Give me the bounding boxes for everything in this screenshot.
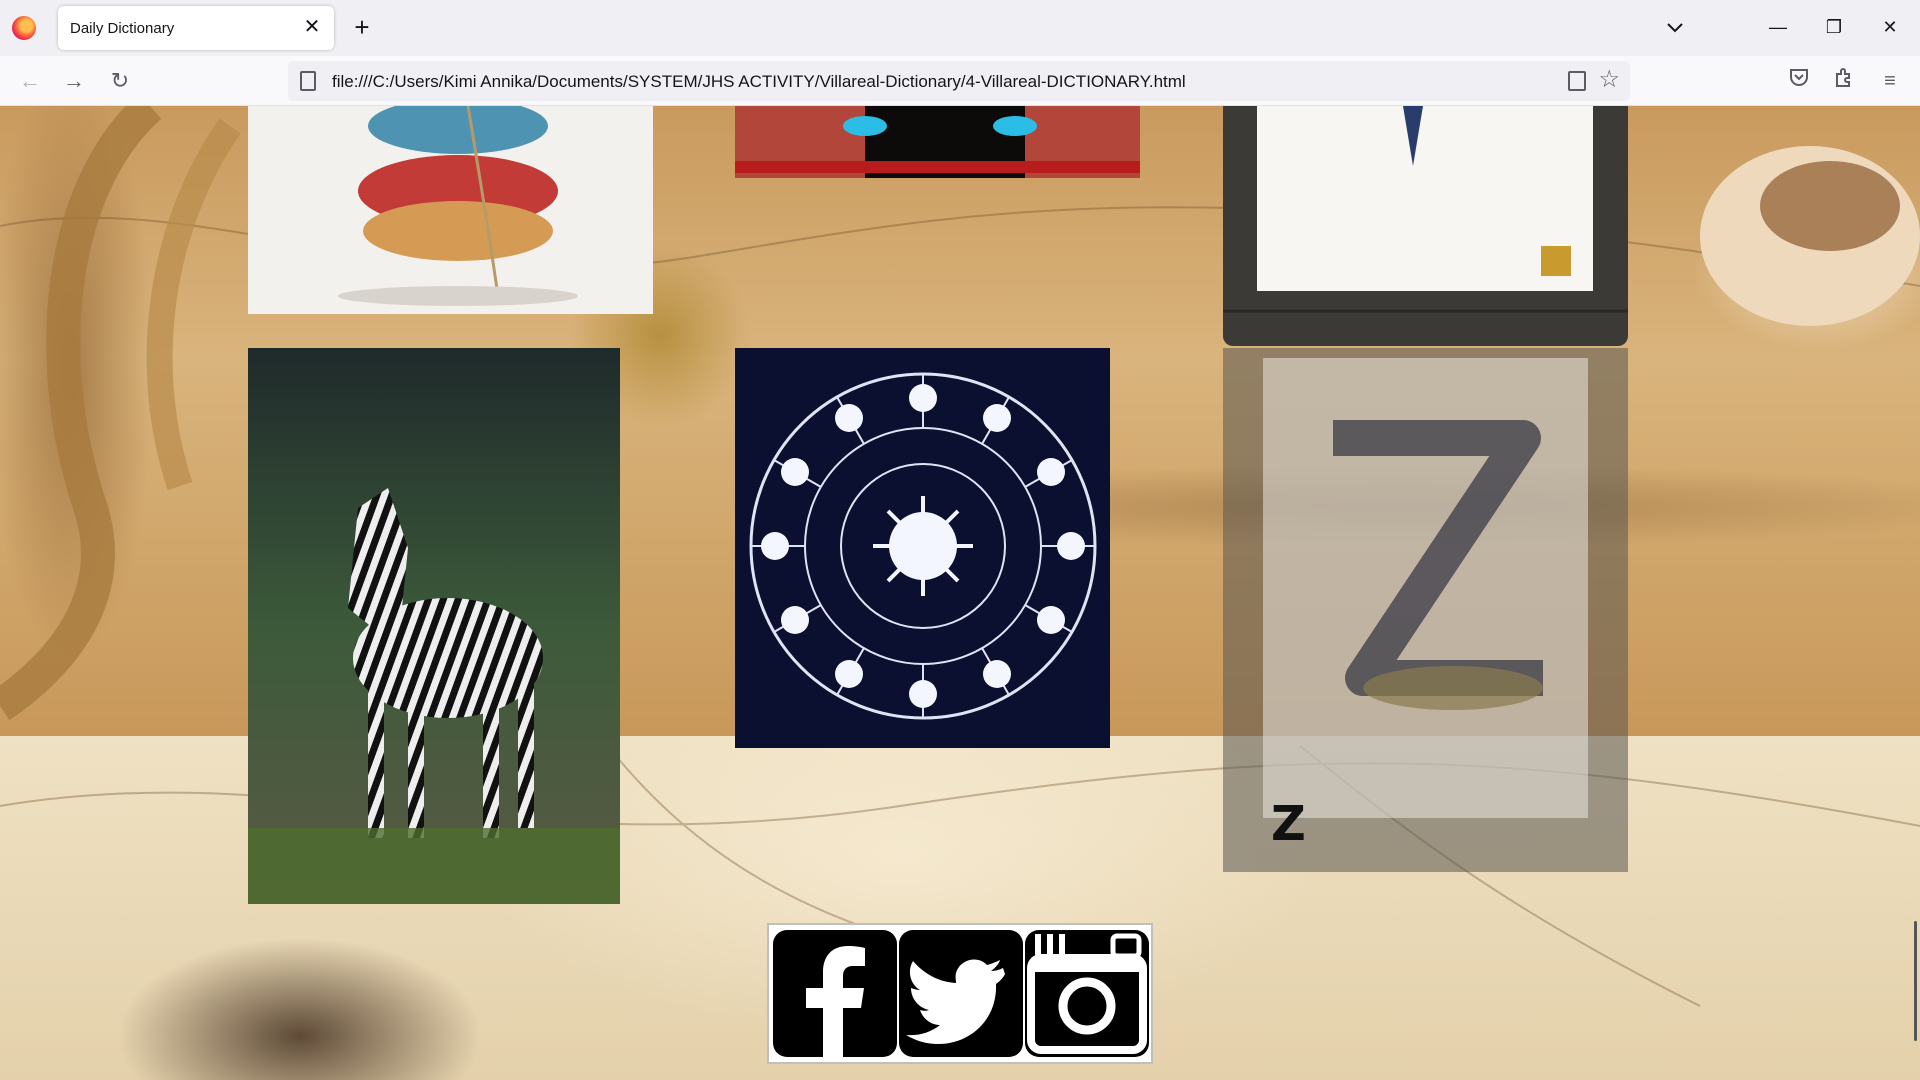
instagram-icon[interactable] xyxy=(1025,930,1149,1057)
reader-view-icon[interactable] xyxy=(1568,71,1586,91)
facebook-icon[interactable] xyxy=(773,930,897,1057)
minimize-button[interactable]: — xyxy=(1758,10,1798,44)
page-icon xyxy=(300,71,316,91)
image-zebra xyxy=(248,348,620,904)
tab-title: Daily Dictionary xyxy=(70,20,175,37)
social-links xyxy=(767,923,1153,1064)
reload-button[interactable]: ↻ xyxy=(104,65,136,97)
tab-daily-dictionary[interactable]: Daily Dictionary ✕ xyxy=(58,6,334,50)
menu-icon[interactable]: ≡ xyxy=(1875,66,1905,96)
new-tab-button[interactable]: + xyxy=(348,12,376,42)
back-button[interactable]: ← xyxy=(14,65,46,97)
extensions-icon[interactable] xyxy=(1829,66,1859,96)
pocket-icon[interactable] xyxy=(1784,66,1814,96)
tab-bar: Daily Dictionary ✕ + — ❐ ✕ xyxy=(0,0,1920,56)
firefox-logo-icon xyxy=(12,16,36,40)
image-shoes xyxy=(735,106,1140,178)
tab-list-button[interactable] xyxy=(1660,14,1690,42)
page-viewport: Z xyxy=(0,106,1920,1080)
restore-button[interactable]: ❐ xyxy=(1814,10,1854,44)
image-zodiac xyxy=(735,348,1110,748)
url-bar[interactable]: file:///C:/Users/Kimi Annika/Documents/S… xyxy=(288,61,1630,101)
tab-close-icon[interactable]: ✕ xyxy=(300,15,324,39)
bookmark-star-icon[interactable]: ☆ xyxy=(1598,66,1620,94)
forward-button[interactable]: → xyxy=(58,65,90,97)
twitter-icon[interactable] xyxy=(899,930,1023,1057)
navigation-toolbar: ← → ↻ file:///C:/Users/Kimi Annika/Docum… xyxy=(0,56,1920,106)
url-text[interactable]: file:///C:/Users/Kimi Annika/Documents/S… xyxy=(332,72,1186,92)
image-letter-print xyxy=(1223,106,1628,346)
chevron-down-icon xyxy=(1667,23,1683,33)
image-floral-z xyxy=(1223,348,1628,872)
shell-decoration xyxy=(1700,146,1920,326)
rope-decoration xyxy=(0,106,240,721)
image-yoyo xyxy=(248,106,653,314)
window-close-button[interactable]: ✕ xyxy=(1870,10,1910,44)
scrollbar-thumb[interactable] xyxy=(1914,921,1917,1041)
letter-caption: Z xyxy=(1271,796,1306,852)
